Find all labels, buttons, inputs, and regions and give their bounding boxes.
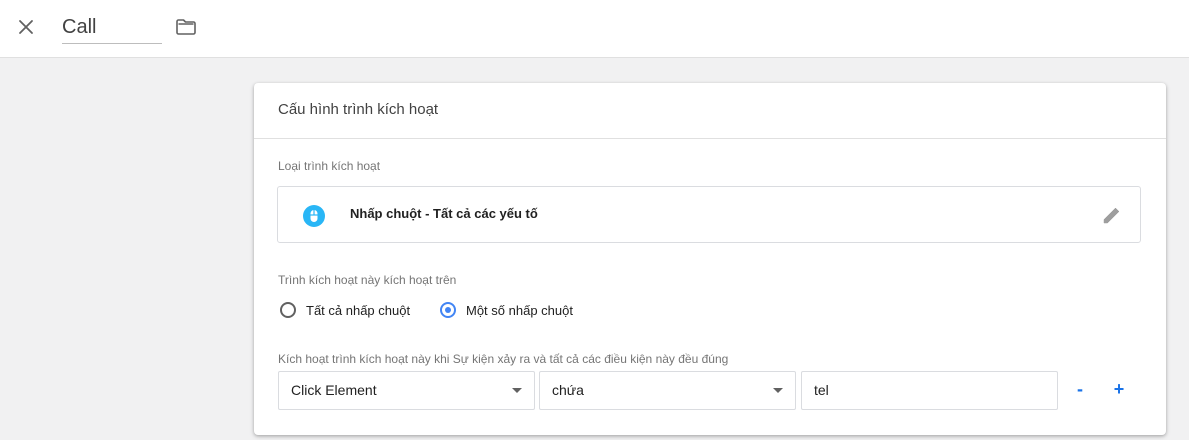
trigger-type-name: Nhấp chuột - Tất cả các yếu tố (350, 206, 538, 221)
folder-icon[interactable] (174, 15, 198, 39)
radio-button[interactable] (280, 302, 296, 318)
fires-on-label: Trình kích hoạt này kích hoạt trên (278, 273, 457, 287)
top-bar: Call (0, 0, 1189, 58)
radio-some-clicks-label: Một số nhấp chuột (466, 302, 573, 318)
variable-select[interactable]: Click Element (278, 371, 535, 410)
mouse-icon (302, 204, 326, 228)
trigger-configuration-card: Cấu hình trình kích hoạt Loại trình kích… (254, 83, 1166, 435)
trigger-title-input[interactable]: Call (62, 12, 162, 44)
radio-some-clicks[interactable]: Một số nhấp chuột (440, 298, 573, 322)
chevron-down-icon (773, 388, 783, 393)
operator-select-value: chứa (552, 382, 584, 398)
trigger-type-label: Loại trình kích hoạt (278, 159, 381, 173)
card-title: Cấu hình trình kích hoạt (254, 83, 1166, 139)
radio-all-clicks-label: Tất cả nhấp chuột (306, 302, 411, 318)
radio-button-checked[interactable] (440, 302, 456, 318)
condition-label: Kích hoạt trình kích hoạt này khi Sự kiệ… (278, 352, 729, 366)
trigger-type-selector[interactable]: Nhấp chuột - Tất cả các yếu tố (277, 186, 1141, 243)
condition-value-text: tel (814, 382, 829, 398)
operator-select[interactable]: chứa (539, 371, 796, 410)
variable-select-value: Click Element (291, 382, 377, 398)
pencil-icon[interactable] (1100, 203, 1124, 227)
add-condition-button[interactable]: + (1109, 380, 1129, 400)
chevron-down-icon (512, 388, 522, 393)
close-icon[interactable] (14, 15, 38, 39)
condition-value-input[interactable]: tel (801, 371, 1058, 410)
remove-condition-button[interactable]: - (1070, 380, 1090, 400)
radio-all-clicks[interactable]: Tất cả nhấp chuột (280, 298, 410, 322)
